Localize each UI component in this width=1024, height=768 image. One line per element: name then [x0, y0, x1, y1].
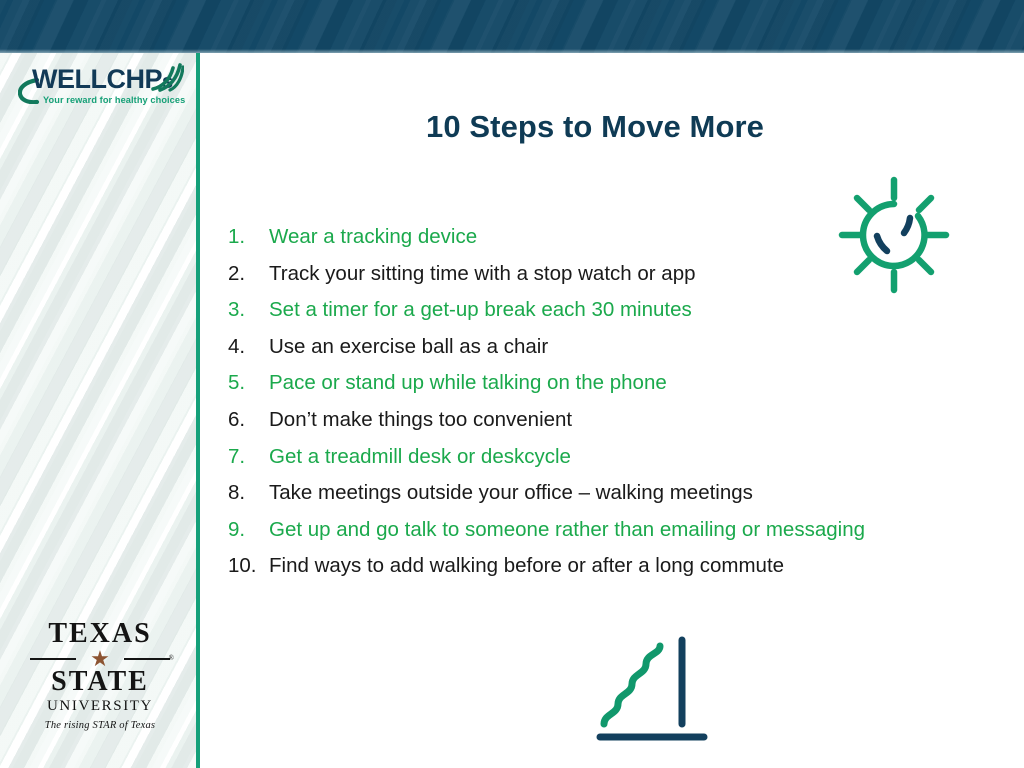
list-item: 6. Don’t make things too convenient	[228, 402, 928, 439]
registered-mark: ®	[168, 654, 174, 662]
list-item-text: Track your sitting time with a stop watc…	[269, 261, 696, 285]
list-item-number: 10.	[228, 554, 257, 578]
page-title: 10 Steps to Move More	[425, 109, 764, 144]
list-item-text: Use an exercise ball as a chair	[269, 334, 549, 358]
list-item-text: Find ways to add walking before or after…	[269, 554, 785, 578]
txst-tagline-prefix: The rising	[44, 720, 93, 731]
txst-texas-wordmark: TEXAS	[48, 618, 152, 649]
sun-icon	[838, 176, 950, 294]
list-item-text: Take meetings outside your office – walk…	[269, 481, 753, 505]
list-item-number: 3.	[228, 298, 246, 322]
list-item-number: 6.	[228, 407, 246, 431]
wellchps-signal-swoosh-icon	[151, 63, 184, 92]
banner-wave-pattern	[0, 0, 1024, 53]
list-item-number: 9.	[228, 517, 246, 541]
list-item-number: 7.	[228, 444, 246, 468]
stairs-chart-icon	[596, 636, 708, 741]
list-item: 7. Get a treadmill desk or deskcycle	[228, 439, 928, 476]
wellchps-wordmark-main: WELLCHP	[32, 64, 162, 94]
list-item-number: 2.	[228, 261, 246, 285]
steps-list: 1. Wear a tracking device 2. Track your …	[228, 219, 928, 585]
list-item: 5. Pace or stand up while talking on the…	[228, 365, 928, 402]
txst-tagline: The rising STAR of Texas	[26, 718, 174, 734]
txst-tagline-star-word: STAR	[92, 720, 117, 731]
txst-star-rule: ★ ®	[26, 646, 174, 671]
list-item: 4. Use an exercise ball as a chair	[228, 329, 928, 366]
list-item: 2. Track your sitting time with a stop w…	[228, 256, 928, 293]
list-item: 3. Set a timer for a get-up break each 3…	[228, 292, 928, 329]
list-item-text: Get a treadmill desk or deskcycle	[269, 444, 571, 468]
wellchps-logo: WELLCHPs Your reward for healthy choices	[10, 62, 188, 114]
slide-canvas: WELLCHPs Your reward for healthy choices…	[0, 0, 1024, 768]
list-item: 8. Take meetings outside your office – w…	[228, 475, 928, 512]
txst-university-wordmark: UNIVERSITY	[47, 698, 153, 714]
wellchps-tagline: Your reward for healthy choices	[43, 95, 186, 105]
list-item-text: Pace or stand up while talking on the ph…	[269, 371, 667, 395]
list-item: 1. Wear a tracking device	[228, 219, 928, 256]
list-item-number: 4.	[228, 334, 246, 358]
txst-state-wordmark: STATE	[51, 666, 149, 697]
list-item: 9. Get up and go talk to someone rather …	[228, 512, 928, 549]
list-item-text: Get up and go talk to someone rather tha…	[269, 517, 865, 541]
list-item-text: Set a timer for a get-up break each 30 m…	[269, 298, 692, 322]
texas-state-university-logo: TEXAS ★ ® STATE UNIVERSITY The rising ST…	[26, 620, 174, 732]
list-item-text: Don’t make things too convenient	[269, 407, 573, 431]
txst-tagline-suffix: of Texas	[116, 720, 156, 731]
list-item: 10. Find ways to add walking before or a…	[228, 548, 928, 585]
star-icon: ★	[90, 646, 110, 671]
top-banner	[0, 0, 1024, 53]
list-item-number: 8.	[228, 481, 246, 505]
list-item-number: 1.	[228, 225, 246, 248]
list-item-text: Wear a tracking device	[269, 225, 478, 248]
sidebar-divider-line	[196, 53, 200, 768]
list-item-number: 5.	[228, 371, 246, 395]
